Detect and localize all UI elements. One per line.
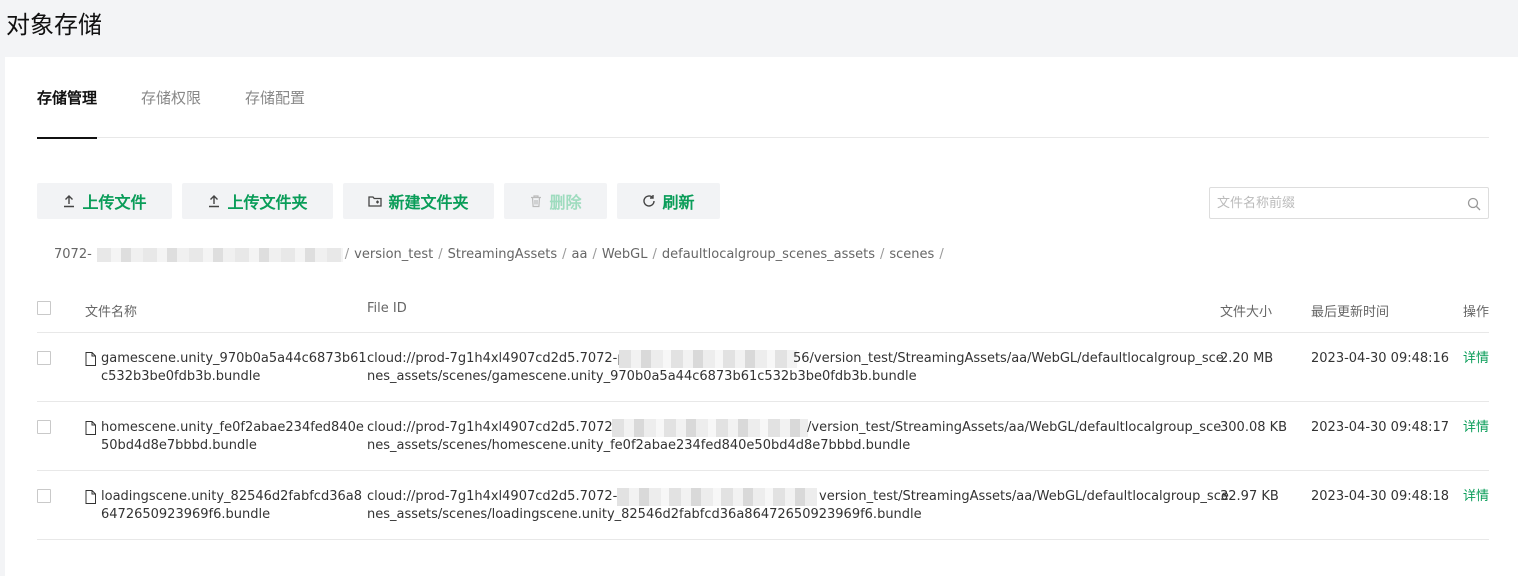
column-header-size: 文件大小 bbox=[1220, 305, 1273, 320]
breadcrumb-root[interactable]: 7072- bbox=[54, 247, 92, 262]
file-size: 32.97 KB bbox=[1220, 489, 1279, 504]
table-row: gamescene.unity_970b0a5a44c6873b61 c532b… bbox=[37, 333, 1489, 402]
updated-time: 2023-04-30 09:48:16 bbox=[1311, 351, 1450, 366]
upload-file-button[interactable]: 上传文件 bbox=[37, 183, 172, 219]
file-id-cell: cloud://prod-7g1h4xl4907cd2d5.7072-prod … bbox=[367, 350, 1224, 386]
redacted-text bbox=[617, 488, 817, 506]
upload-file-label: 上传文件 bbox=[82, 193, 147, 212]
file-id-line: cloud://prod-7g1h4xl4907cd2d5.7072-pro /… bbox=[367, 419, 1221, 437]
file-name-line: c532b3be0fdb3b.bundle bbox=[101, 369, 261, 384]
file-name-text: loadingscene.unity_82546d2fabfcd36a8 647… bbox=[101, 488, 362, 524]
tab-storage-management[interactable]: 存储管理 bbox=[37, 87, 98, 139]
row-checkbox[interactable] bbox=[37, 489, 51, 503]
breadcrumb-item[interactable]: defaultlocalgroup_scenes_assets bbox=[662, 247, 875, 262]
page-header: 对象存储 bbox=[0, 0, 1518, 57]
breadcrumb-separator: / bbox=[592, 247, 597, 262]
file-table: 文件名称 File ID 文件大小 最后更新时间 操作 gamescene.un… bbox=[37, 283, 1489, 540]
file-name-line: gamescene.unity_970b0a5a44c6873b61 bbox=[101, 351, 367, 366]
column-header-name: 文件名称 bbox=[85, 305, 138, 320]
file-name-line: loadingscene.unity_82546d2fabfcd36a8 bbox=[101, 489, 362, 504]
new-folder-icon bbox=[368, 194, 383, 208]
search-box bbox=[1209, 187, 1489, 219]
redacted-text bbox=[96, 247, 343, 262]
breadcrumb-separator: / bbox=[880, 247, 885, 262]
upload-icon bbox=[62, 194, 76, 208]
breadcrumb-item[interactable]: aa bbox=[572, 247, 588, 262]
column-header-file-id: File ID bbox=[367, 301, 407, 316]
new-folder-label: 新建文件夹 bbox=[388, 193, 469, 212]
details-link[interactable]: 详情 bbox=[1463, 350, 1489, 368]
file-id-end: 56/version_test/StreamingAssets/aa/WebGL… bbox=[793, 351, 1224, 366]
column-header-action: 操作 bbox=[1463, 305, 1490, 320]
file-name-cell: gamescene.unity_970b0a5a44c6873b61 c532b… bbox=[85, 350, 367, 386]
table-row: homescene.unity_fe0f2abae234fed840e 50bd… bbox=[37, 402, 1489, 471]
page-title: 对象存储 bbox=[6, 11, 102, 39]
file-name-line: 50bd4d8e7bbbd.bundle bbox=[101, 438, 257, 453]
breadcrumb-separator: / bbox=[562, 247, 567, 262]
breadcrumb-separator: / bbox=[939, 247, 944, 262]
details-link[interactable]: 详情 bbox=[1463, 488, 1489, 506]
file-id-start: cloud://prod-7g1h4xl4907cd2d5.7072-prod bbox=[367, 351, 647, 366]
breadcrumb-separator: / bbox=[344, 247, 350, 262]
file-id-line: nes_assets/scenes/gamescene.unity_970b0a… bbox=[367, 369, 917, 384]
refresh-icon bbox=[642, 194, 656, 208]
column-header-updated: 最后更新时间 bbox=[1311, 305, 1390, 320]
redacted-text bbox=[612, 419, 808, 437]
breadcrumb-item[interactable]: scenes bbox=[889, 247, 934, 262]
table-header: 文件名称 File ID 文件大小 最后更新时间 操作 bbox=[37, 283, 1489, 333]
tab-storage-permissions[interactable]: 存储权限 bbox=[141, 87, 201, 138]
row-checkbox[interactable] bbox=[37, 420, 51, 434]
upload-icon bbox=[207, 194, 221, 208]
file-icon bbox=[85, 421, 96, 435]
breadcrumb-item[interactable]: version_test bbox=[354, 247, 433, 262]
file-name-line: homescene.unity_fe0f2abae234fed840e bbox=[101, 420, 364, 435]
redacted-text bbox=[619, 350, 797, 368]
refresh-label: 刷新 bbox=[662, 193, 695, 212]
upload-folder-button[interactable]: 上传文件夹 bbox=[182, 183, 333, 219]
delete-label: 删除 bbox=[549, 193, 582, 212]
file-id-cell: cloud://prod-7g1h4xl4907cd2d5.7072-pro /… bbox=[367, 419, 1221, 455]
file-id-line: nes_assets/scenes/homescene.unity_fe0f2a… bbox=[367, 438, 911, 453]
tab-bar: 存储管理 存储权限 存储配置 bbox=[37, 57, 1489, 139]
breadcrumb: 7072- / version_test / StreamingAssets /… bbox=[54, 247, 946, 262]
file-name-cell: loadingscene.unity_82546d2fabfcd36a8 647… bbox=[85, 488, 362, 524]
row-checkbox[interactable] bbox=[37, 351, 51, 365]
content-card: 存储管理 存储权限 存储配置 上传文件 上传文件夹 新建文件夹 删除 刷新 文件… bbox=[5, 57, 1518, 576]
file-id-end: version_test/StreamingAssets/aa/WebGL/de… bbox=[819, 489, 1229, 504]
file-name-line: 6472650923969f6.bundle bbox=[101, 507, 271, 522]
file-id-end: /version_test/StreamingAssets/aa/WebGL/d… bbox=[807, 420, 1222, 435]
search-input[interactable] bbox=[1210, 188, 1450, 218]
select-all-checkbox[interactable] bbox=[37, 301, 51, 315]
breadcrumb-item[interactable]: WebGL bbox=[602, 247, 648, 262]
file-name-cell: homescene.unity_fe0f2abae234fed840e 50bd… bbox=[85, 419, 364, 455]
file-id-start: cloud://prod-7g1h4xl4907cd2d5.7072-proc bbox=[367, 489, 646, 504]
file-name-text: homescene.unity_fe0f2abae234fed840e 50bd… bbox=[101, 419, 364, 455]
file-id-start: cloud://prod-7g1h4xl4907cd2d5.7072-pro bbox=[367, 420, 639, 435]
tab-storage-config[interactable]: 存储配置 bbox=[245, 87, 305, 138]
breadcrumb-item[interactable]: StreamingAssets bbox=[448, 247, 557, 262]
details-link[interactable]: 详情 bbox=[1463, 419, 1489, 437]
file-name-text: gamescene.unity_970b0a5a44c6873b61 c532b… bbox=[101, 350, 367, 386]
delete-button[interactable]: 删除 bbox=[504, 183, 607, 219]
file-size: 2.20 MB bbox=[1220, 351, 1274, 366]
file-id-line: nes_assets/scenes/loadingscene.unity_825… bbox=[367, 507, 922, 522]
refresh-button[interactable]: 刷新 bbox=[617, 183, 720, 219]
new-folder-button[interactable]: 新建文件夹 bbox=[343, 183, 494, 219]
trash-icon bbox=[529, 194, 543, 208]
updated-time: 2023-04-30 09:48:18 bbox=[1311, 489, 1450, 504]
upload-folder-label: 上传文件夹 bbox=[227, 193, 308, 212]
breadcrumb-separator: / bbox=[652, 247, 657, 262]
search-icon[interactable] bbox=[1467, 196, 1481, 211]
file-icon bbox=[85, 490, 96, 504]
table-row: loadingscene.unity_82546d2fabfcd36a8 647… bbox=[37, 471, 1489, 540]
file-id-line: cloud://prod-7g1h4xl4907cd2d5.7072-prod … bbox=[367, 350, 1224, 368]
breadcrumb-separator: / bbox=[438, 247, 443, 262]
file-id-cell: cloud://prod-7g1h4xl4907cd2d5.7072-proc … bbox=[367, 488, 1229, 524]
file-size: 300.08 KB bbox=[1220, 420, 1288, 435]
file-id-line: cloud://prod-7g1h4xl4907cd2d5.7072-proc … bbox=[367, 488, 1229, 506]
updated-time: 2023-04-30 09:48:17 bbox=[1311, 420, 1450, 435]
file-icon bbox=[85, 352, 96, 366]
